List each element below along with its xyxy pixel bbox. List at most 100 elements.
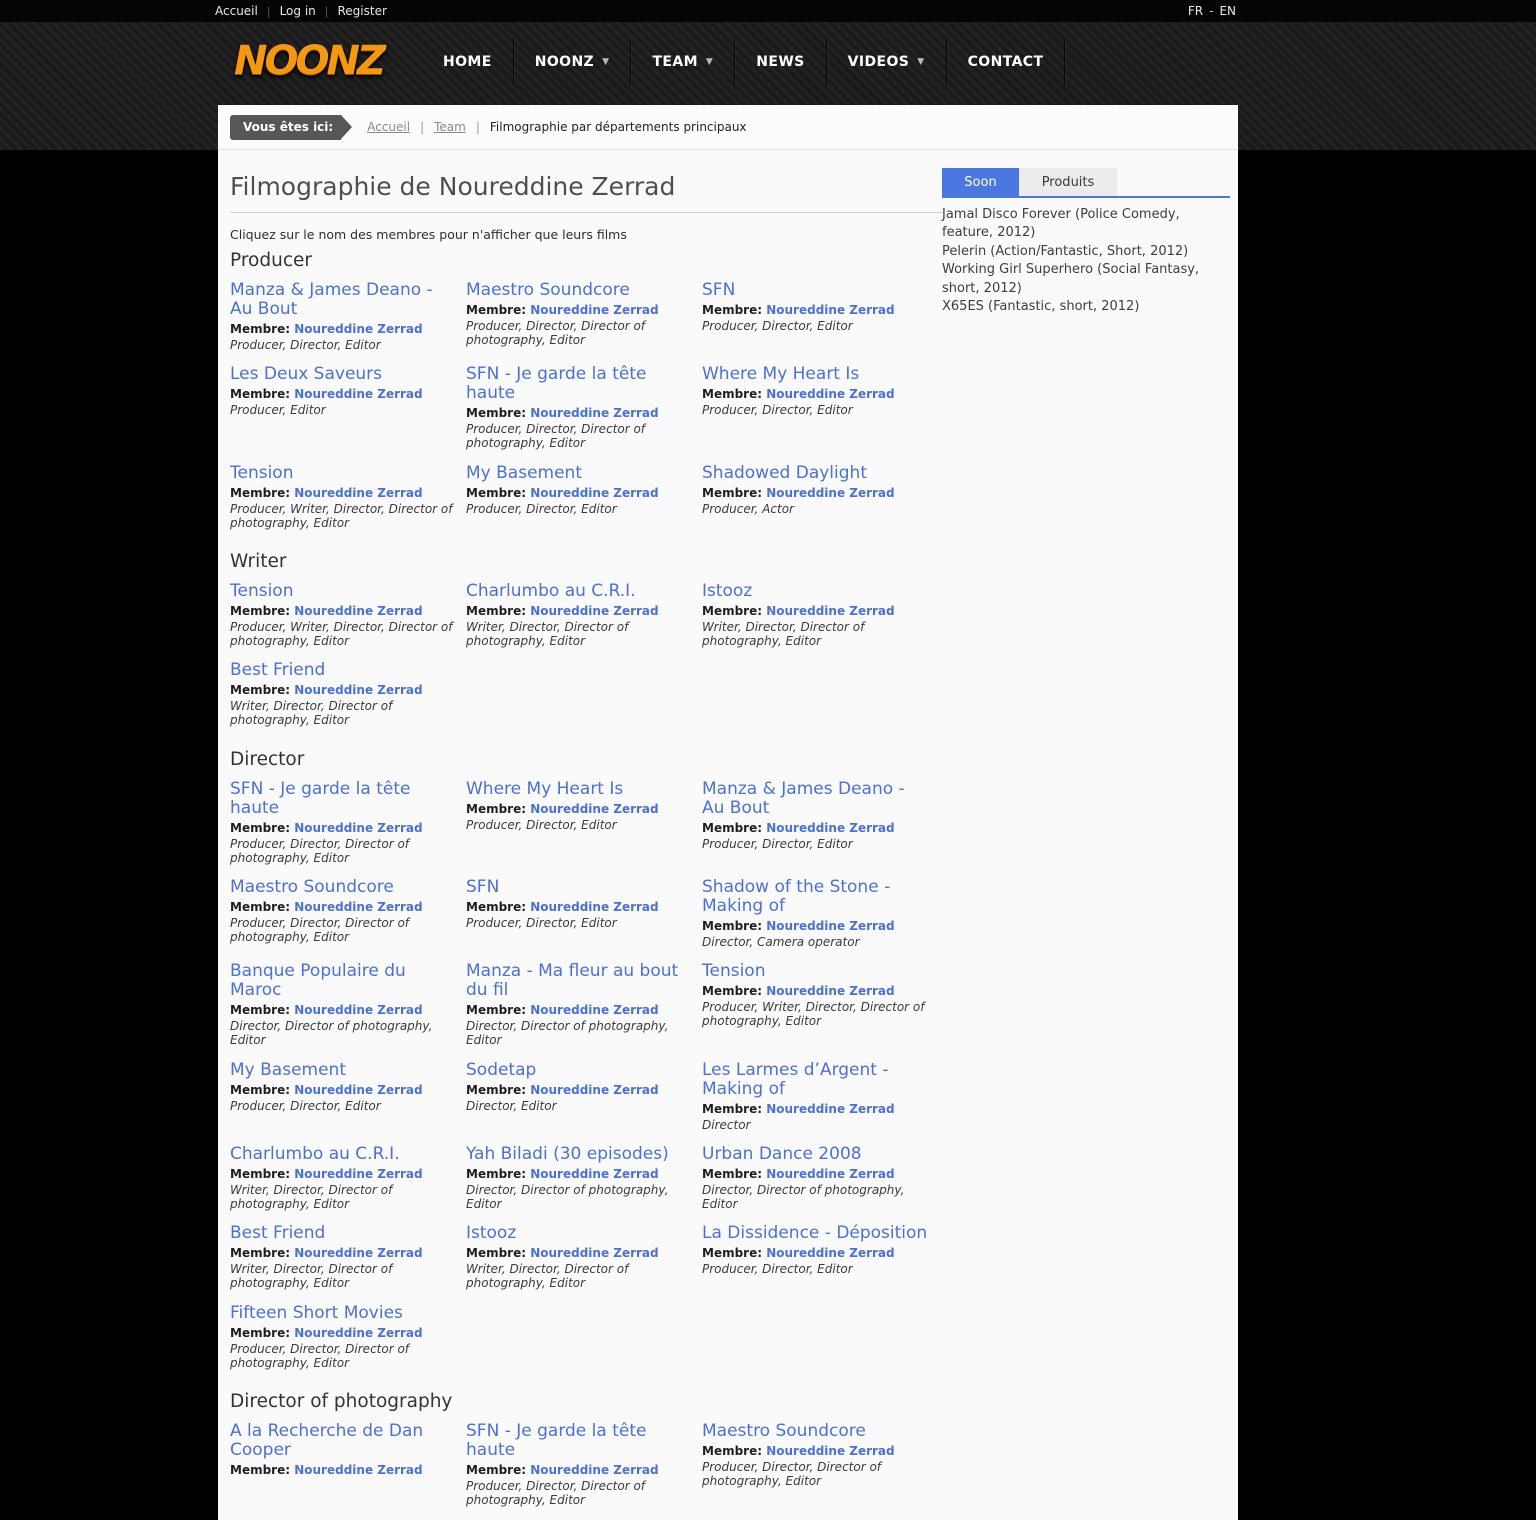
tab-produits[interactable]: Produits — [1019, 168, 1117, 196]
film-title-link[interactable]: Charlumbo au C.R.I. — [230, 1144, 458, 1164]
noonz-logo[interactable]: NOONZ — [234, 38, 386, 86]
film-roles: Producer, Director, Director of photogra… — [466, 319, 646, 348]
member-name-link[interactable]: Noureddine Zerrad — [530, 486, 658, 500]
film-title-link[interactable]: SFN - Je garde la tête haute — [466, 365, 694, 403]
member-name-link[interactable]: Noureddine Zerrad — [294, 486, 422, 500]
member-name-link[interactable]: Noureddine Zerrad — [294, 387, 422, 401]
member-name-link[interactable]: Noureddine Zerrad — [530, 1083, 658, 1097]
film-title-link[interactable]: SFN — [702, 280, 930, 300]
film-title-link[interactable]: Urban Dance 2008 — [702, 1144, 930, 1164]
film-title-link[interactable]: Les Deux Saveurs — [230, 365, 458, 384]
member-name-link[interactable]: Noureddine Zerrad — [766, 821, 894, 835]
member-name-link[interactable]: Noureddine Zerrad — [294, 683, 422, 697]
member-name-link[interactable]: Noureddine Zerrad — [766, 1246, 894, 1260]
member-name-link[interactable]: Noureddine Zerrad — [530, 1246, 658, 1260]
lang-fr-link[interactable]: FR — [1188, 4, 1203, 18]
film-title-link[interactable]: Maestro Soundcore — [230, 877, 458, 897]
film-title-link[interactable]: Shadowed Daylight — [702, 463, 930, 483]
film-title-link[interactable]: Where My Heart Is — [702, 365, 930, 384]
film-title-link[interactable]: Fifteen Short Movies — [230, 1303, 458, 1323]
film-title-link[interactable]: Tension — [230, 581, 458, 601]
film-title-link[interactable]: Tension — [230, 463, 458, 483]
member-name-link[interactable]: Noureddine Zerrad — [294, 1167, 422, 1181]
film-title-link[interactable]: Manza & James Deano - Au Bout — [230, 280, 458, 319]
film-roles: Producer, Writer, Director, Director of … — [230, 501, 453, 530]
film-member-line: Membre: Noureddine Zerrad — [466, 406, 694, 421]
member-name-link[interactable]: Noureddine Zerrad — [766, 303, 894, 317]
member-name-link[interactable]: Noureddine Zerrad — [766, 984, 894, 998]
lang-en-link[interactable]: EN — [1219, 4, 1236, 18]
film-title-link[interactable]: Yah Biladi (30 episodes) — [466, 1144, 694, 1164]
member-name-link[interactable]: Noureddine Zerrad — [530, 604, 658, 618]
nav-item-home[interactable]: HOME — [422, 38, 513, 86]
film-title-link[interactable]: SFN - Je garde la tête haute — [230, 779, 458, 818]
member-name-link[interactable]: Noureddine Zerrad — [294, 604, 422, 618]
member-name-link[interactable]: Noureddine Zerrad — [294, 322, 422, 336]
topbar-link-register[interactable]: Register — [337, 4, 386, 18]
film-entry: SFN - Je garde la tête haute Membre: Nour… — [466, 1421, 698, 1507]
film-title-link[interactable]: Maestro Soundcore — [702, 1421, 930, 1441]
member-name-link[interactable]: Noureddine Zerrad — [294, 1083, 422, 1097]
member-name-link[interactable]: Noureddine Zerrad — [530, 900, 658, 914]
film-title-link[interactable]: Manza - Ma fleur au bout du fil — [466, 962, 694, 1000]
film-member-line: Membre: Noureddine Zerrad — [466, 1463, 694, 1478]
film-title-link[interactable]: SFN - Je garde la tête haute — [466, 1421, 694, 1460]
nav-item-contact[interactable]: CONTACT — [947, 38, 1065, 86]
member-name-link[interactable]: Noureddine Zerrad — [294, 1003, 422, 1017]
film-title-link[interactable]: Istooz — [466, 1224, 694, 1243]
member-name-link[interactable]: Noureddine Zerrad — [294, 900, 422, 914]
soon-list-item: X65ES (Fantastic, short, 2012) — [942, 299, 1140, 315]
nav-item-videos[interactable]: VIDEOS ▼ — [827, 38, 946, 86]
member-name-link[interactable]: Noureddine Zerrad — [766, 387, 894, 401]
member-name-link[interactable]: Noureddine Zerrad — [530, 406, 658, 420]
breadcrumb-link-accueil[interactable]: Accueil — [367, 120, 410, 134]
film-title-link[interactable]: Banque Populaire du Maroc — [230, 962, 458, 1000]
member-name-link[interactable]: Noureddine Zerrad — [294, 1246, 422, 1260]
film-title-link[interactable]: Tension — [702, 962, 930, 981]
member-name-link[interactable]: Noureddine Zerrad — [530, 1167, 658, 1181]
tab-soon[interactable]: Soon — [942, 168, 1019, 196]
member-name-link[interactable]: Noureddine Zerrad — [294, 821, 422, 835]
film-title-link[interactable]: A la Recherche de Dan Cooper — [230, 1421, 458, 1460]
film-title-link[interactable]: Sodetap — [466, 1060, 694, 1080]
member-name-link[interactable]: Noureddine Zerrad — [766, 1167, 894, 1181]
film-title-link[interactable]: La Dissidence - Déposition — [702, 1224, 930, 1243]
member-name-link[interactable]: Noureddine Zerrad — [766, 604, 894, 618]
topbar-link-login[interactable]: Log in — [280, 4, 316, 18]
film-title-link[interactable]: SFN — [466, 877, 694, 897]
film-roles: Producer, Writer, Director, Director of … — [230, 619, 453, 649]
breadcrumb-link-team[interactable]: Team — [434, 120, 466, 134]
film-title-link[interactable]: Best Friend — [230, 661, 458, 680]
member-name-link[interactable]: Noureddine Zerrad — [530, 802, 658, 816]
nav-item-noonz[interactable]: NOONZ ▼ — [514, 38, 631, 86]
film-entry: My Basement Membre: Noureddine Zerrad Prod… — [230, 1060, 462, 1113]
member-name-link[interactable]: Noureddine Zerrad — [766, 486, 894, 500]
member-name-link[interactable]: Noureddine Zerrad — [766, 919, 894, 933]
nav-item-team[interactable]: TEAM ▼ — [631, 38, 734, 86]
film-title-link[interactable]: Les Larmes d’Argent - Making of — [702, 1060, 930, 1099]
film-title-link[interactable]: Istooz — [702, 581, 930, 601]
film-member-line: Membre: Noureddine Zerrad — [466, 1083, 694, 1098]
member-name-link[interactable]: Noureddine Zerrad — [766, 1444, 894, 1458]
topbar-link-accueil[interactable]: Accueil — [215, 4, 258, 18]
member-label: Membre: — [702, 1443, 763, 1458]
film-title-link[interactable]: Manza & James Deano - Au Bout — [702, 779, 930, 818]
film-title-link[interactable]: My Basement — [230, 1060, 458, 1080]
nav-item-news[interactable]: NEWS — [735, 38, 825, 86]
member-name-link[interactable]: Noureddine Zerrad — [294, 1463, 422, 1477]
member-name-link[interactable]: Noureddine Zerrad — [530, 303, 658, 317]
member-name-link[interactable]: Noureddine Zerrad — [530, 1003, 658, 1017]
member-name-link[interactable]: Noureddine Zerrad — [294, 1326, 422, 1340]
film-roles: Writer, Director, Director of photograph… — [466, 1262, 629, 1291]
film-entry: Shadowed Daylight Membre: Noureddine Zerr… — [702, 463, 934, 516]
film-title-link[interactable]: Charlumbo au C.R.I. — [466, 581, 694, 601]
film-title-link[interactable]: My Basement — [466, 463, 694, 483]
filmography-sections: Producer Manza & James Deano - Au Bout Mem… — [230, 250, 942, 1520]
film-roles: Director, Director of photography, Edito… — [702, 1182, 905, 1211]
member-name-link[interactable]: Noureddine Zerrad — [530, 1463, 658, 1477]
film-title-link[interactable]: Where My Heart Is — [466, 779, 694, 799]
member-name-link[interactable]: Noureddine Zerrad — [766, 1102, 894, 1116]
film-title-link[interactable]: Best Friend — [230, 1224, 458, 1243]
film-title-link[interactable]: Maestro Soundcore — [466, 280, 694, 300]
film-title-link[interactable]: Shadow of the Stone - Making of — [702, 877, 930, 916]
